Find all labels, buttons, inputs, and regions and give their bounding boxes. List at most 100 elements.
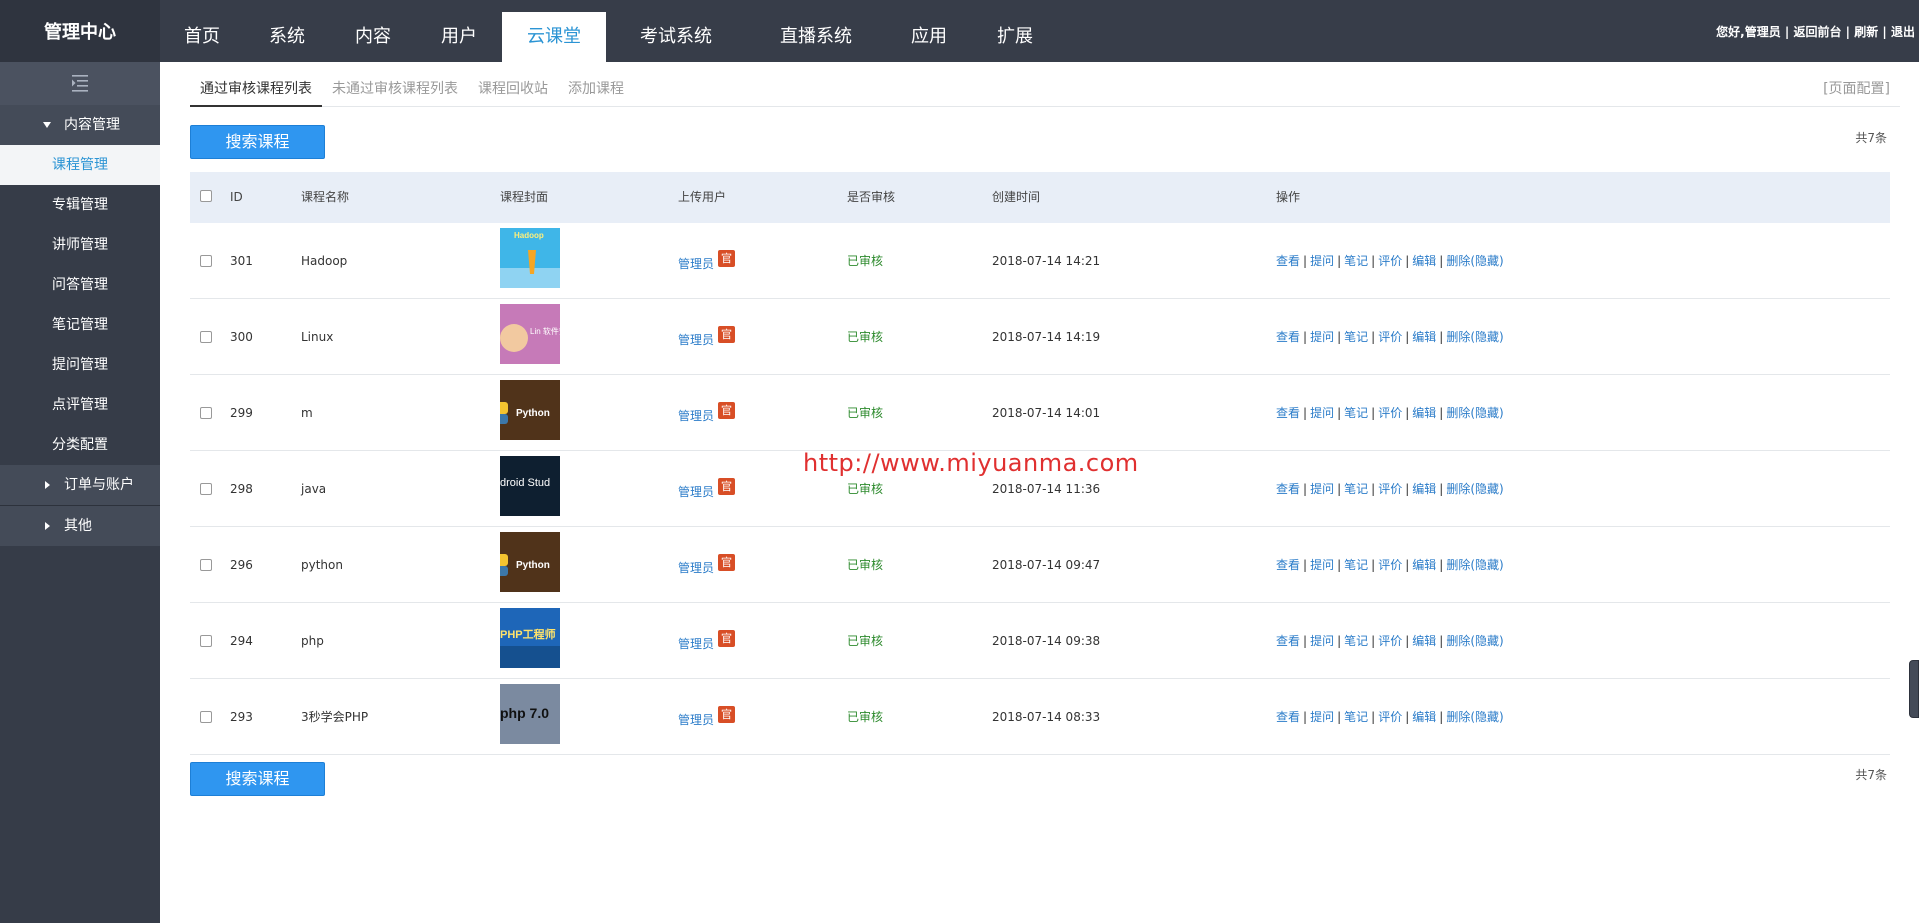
uploader-link[interactable]: 管理员	[678, 407, 714, 424]
search-course-button[interactable]: 搜索课程	[190, 125, 325, 159]
row-checkbox[interactable]	[200, 331, 212, 343]
review-link[interactable]: 评价	[1378, 482, 1402, 496]
delete-hide-link[interactable]: 删除(隐藏)	[1446, 558, 1503, 572]
sidebar-item-qa[interactable]: 问答管理	[0, 265, 160, 305]
row-checkbox[interactable]	[200, 255, 212, 267]
review-link[interactable]: 评价	[1378, 710, 1402, 724]
topnav-item[interactable]: 用户	[416, 0, 502, 62]
sidebar-group-orders[interactable]: 订单与账户	[0, 465, 160, 505]
ask-link[interactable]: 提问	[1310, 634, 1334, 648]
edit-link[interactable]: 编辑	[1412, 558, 1436, 572]
view-link[interactable]: 查看	[1276, 634, 1300, 648]
topnav-item[interactable]: 扩展	[972, 0, 1058, 62]
delete-hide-link[interactable]: 删除(隐藏)	[1446, 406, 1503, 420]
topnav-item[interactable]: 应用	[886, 0, 972, 62]
back-to-front-link[interactable]: 返回前台	[1793, 25, 1841, 39]
official-badge-icon: 官	[718, 630, 735, 647]
action-separator: |	[1337, 482, 1342, 496]
note-link[interactable]: 笔记	[1344, 330, 1368, 344]
select-all-checkbox[interactable]	[200, 190, 212, 202]
view-link[interactable]: 查看	[1276, 330, 1300, 344]
edit-link[interactable]: 编辑	[1412, 406, 1436, 420]
edit-link[interactable]: 编辑	[1412, 482, 1436, 496]
logout-link[interactable]: 退出	[1891, 25, 1915, 39]
edit-link[interactable]: 编辑	[1412, 330, 1436, 344]
view-link[interactable]: 查看	[1276, 254, 1300, 268]
delete-hide-link[interactable]: 删除(隐藏)	[1446, 330, 1503, 344]
action-separator: |	[1439, 482, 1444, 496]
course-cover-text: Python	[516, 560, 550, 571]
delete-hide-link[interactable]: 删除(隐藏)	[1446, 482, 1503, 496]
side-scroll-handle[interactable]	[1909, 660, 1919, 718]
sidebar-toggle-button[interactable]	[0, 62, 160, 105]
row-checkbox[interactable]	[200, 407, 212, 419]
uploader-link[interactable]: 管理员	[678, 255, 714, 272]
official-badge-icon: 官	[718, 554, 735, 571]
ask-link[interactable]: 提问	[1310, 254, 1334, 268]
refresh-link[interactable]: 刷新	[1854, 25, 1878, 39]
row-checkbox[interactable]	[200, 483, 212, 495]
sidebar-group-other[interactable]: 其他	[0, 506, 160, 546]
review-link[interactable]: 评价	[1378, 330, 1402, 344]
view-link[interactable]: 查看	[1276, 406, 1300, 420]
topnav-item[interactable]: 系统	[244, 0, 330, 62]
action-separator: |	[1439, 710, 1444, 724]
tab-approved-courses[interactable]: 通过审核课程列表	[190, 74, 322, 107]
tab-add-course[interactable]: 添加课程	[568, 74, 624, 107]
review-link[interactable]: 评价	[1378, 634, 1402, 648]
ask-link[interactable]: 提问	[1310, 710, 1334, 724]
note-link[interactable]: 笔记	[1344, 710, 1368, 724]
tab-unapproved-courses[interactable]: 未通过审核课程列表	[332, 74, 458, 107]
review-link[interactable]: 评价	[1378, 406, 1402, 420]
topnav-item[interactable]: 内容	[330, 0, 416, 62]
row-checkbox[interactable]	[200, 635, 212, 647]
view-link[interactable]: 查看	[1276, 558, 1300, 572]
view-link[interactable]: 查看	[1276, 710, 1300, 724]
edit-link[interactable]: 编辑	[1412, 634, 1436, 648]
topnav-item[interactable]: 首页	[160, 0, 244, 62]
ask-link[interactable]: 提问	[1310, 330, 1334, 344]
tab-course-recycle-bin[interactable]: 课程回收站	[478, 74, 548, 107]
delete-hide-link[interactable]: 删除(隐藏)	[1446, 710, 1503, 724]
sidebar-item-album[interactable]: 专辑管理	[0, 185, 160, 225]
note-link[interactable]: 笔记	[1344, 482, 1368, 496]
topnav-item[interactable]: 云课堂	[502, 12, 606, 62]
review-link[interactable]: 评价	[1378, 254, 1402, 268]
note-link[interactable]: 笔记	[1344, 406, 1368, 420]
action-separator: |	[1371, 634, 1376, 648]
delete-hide-link[interactable]: 删除(隐藏)	[1446, 254, 1503, 268]
ask-link[interactable]: 提问	[1310, 482, 1334, 496]
sidebar-item-course[interactable]: 课程管理	[0, 145, 160, 185]
ask-link[interactable]: 提问	[1310, 558, 1334, 572]
row-checkbox[interactable]	[200, 559, 212, 571]
table-row: 293 3秒学会PHP php 7.0 管理员官 已审核 2018-07-14 08:33…	[190, 679, 1890, 755]
topnav-item[interactable]: 考试系统	[606, 0, 746, 62]
sidebar-item-questions[interactable]: 提问管理	[0, 345, 160, 385]
uploader-link[interactable]: 管理员	[678, 711, 714, 728]
sidebar-item-notes[interactable]: 笔记管理	[0, 305, 160, 345]
edit-link[interactable]: 编辑	[1412, 710, 1436, 724]
uploader-link[interactable]: 管理员	[678, 559, 714, 576]
search-course-button-bottom[interactable]: 搜索课程	[190, 762, 325, 796]
ask-link[interactable]: 提问	[1310, 406, 1334, 420]
course-cover: Python	[500, 532, 560, 592]
uploader-link[interactable]: 管理员	[678, 331, 714, 348]
note-link[interactable]: 笔记	[1344, 634, 1368, 648]
row-checkbox[interactable]	[200, 711, 212, 723]
uploader-link[interactable]: 管理员	[678, 635, 714, 652]
row-actions: 查看 | 提问 | 笔记 | 评价 | 编辑 | 删除(隐藏)	[1276, 527, 1504, 603]
sidebar-item-category[interactable]: 分类配置	[0, 425, 160, 465]
sidebar-group-content[interactable]: 内容管理	[0, 105, 160, 145]
sidebar-item-lecturer[interactable]: 讲师管理	[0, 225, 160, 265]
edit-link[interactable]: 编辑	[1412, 254, 1436, 268]
note-link[interactable]: 笔记	[1344, 558, 1368, 572]
topnav-item[interactable]: 直播系统	[746, 0, 886, 62]
note-link[interactable]: 笔记	[1344, 254, 1368, 268]
delete-hide-link[interactable]: 删除(隐藏)	[1446, 634, 1503, 648]
view-link[interactable]: 查看	[1276, 482, 1300, 496]
sidebar-item-reviews[interactable]: 点评管理	[0, 385, 160, 425]
review-link[interactable]: 评价	[1378, 558, 1402, 572]
page-config-link[interactable]: [页面配置]	[1823, 74, 1890, 104]
created-time: 2018-07-14 14:21	[992, 254, 1101, 268]
uploader-link[interactable]: 管理员	[678, 483, 714, 500]
